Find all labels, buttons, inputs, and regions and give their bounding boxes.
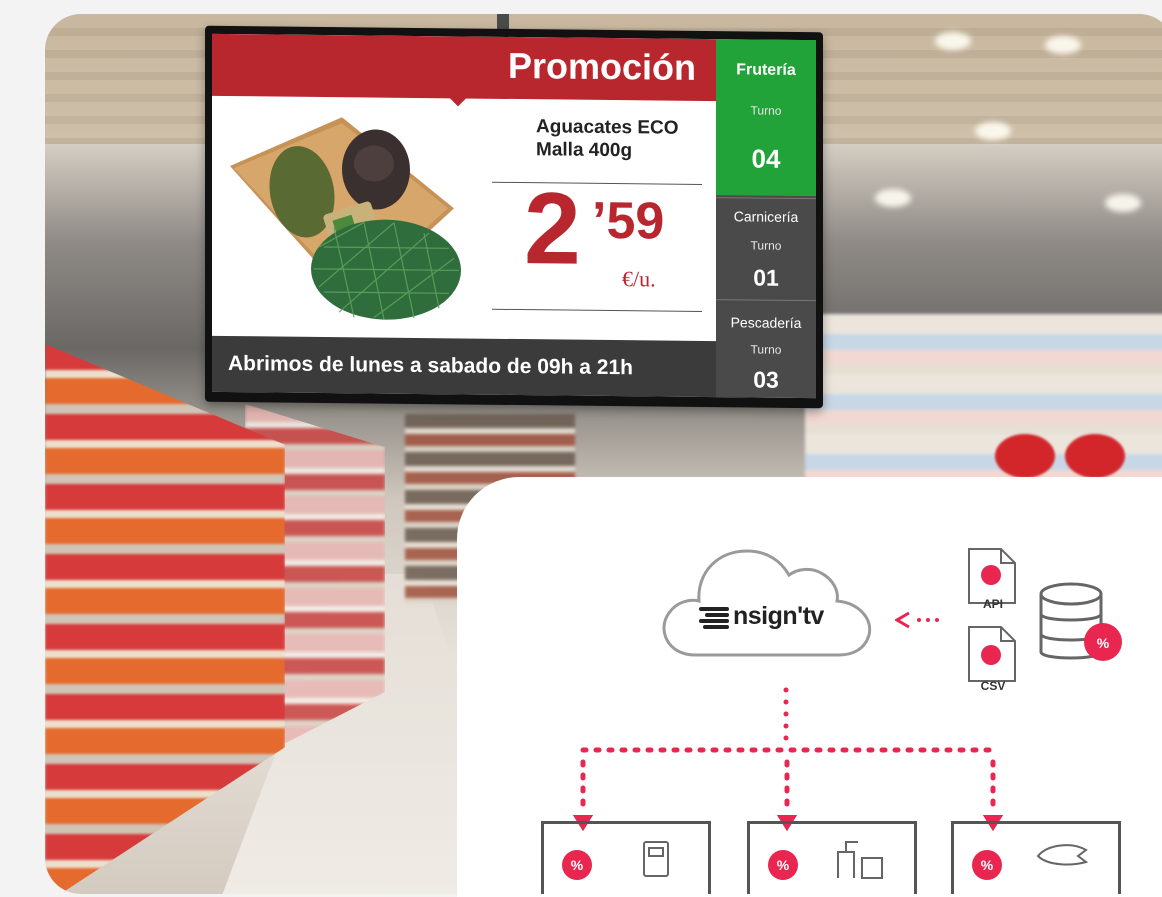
turn-department: Frutería bbox=[736, 61, 796, 79]
ceiling-light bbox=[1105, 194, 1141, 212]
turn-label: Turno bbox=[750, 103, 782, 118]
price-unit: €/u. bbox=[622, 266, 656, 292]
turn-number: 01 bbox=[753, 264, 779, 291]
promo-title: Promoción bbox=[507, 44, 696, 88]
ceiling-light bbox=[975, 122, 1011, 140]
endpoint-badge: % bbox=[972, 850, 1002, 880]
turn-label: Turno bbox=[750, 238, 782, 253]
turn-panel: Frutería Turno 04 Carnicería Turno 01 Pe… bbox=[716, 39, 816, 399]
promo-banner: Promoción bbox=[212, 33, 716, 102]
sale-sign bbox=[995, 434, 1055, 478]
integration-diagram: nsign'tv API CSV % % % % bbox=[457, 477, 1162, 897]
ceiling-light bbox=[1045, 36, 1081, 54]
endpoint-box: % bbox=[541, 821, 711, 894]
turn-number: 04 bbox=[751, 143, 781, 174]
signage-screen: Promoción Aguacates ECO Malla 400g 2 ’59… bbox=[212, 33, 816, 399]
opening-hours: Abrimos de lunes a sabado de 09h a 21h bbox=[228, 352, 633, 380]
turn-label: Turno bbox=[750, 342, 782, 357]
shelf-label-icon bbox=[837, 841, 883, 879]
endpoint-badge: % bbox=[562, 850, 592, 880]
endpoint-box: % bbox=[747, 821, 917, 894]
endpoint-box: % bbox=[951, 821, 1121, 894]
turn-number: 03 bbox=[753, 366, 779, 393]
digital-signage-display: Promoción Aguacates ECO Malla 400g 2 ’59… bbox=[205, 25, 823, 409]
connection-lines bbox=[573, 687, 1003, 831]
turn-carniceria: Carnicería Turno 01 bbox=[716, 197, 816, 300]
price-decimal: ’59 bbox=[592, 191, 665, 251]
terminal-icon bbox=[643, 841, 669, 877]
price-integer: 2 bbox=[524, 171, 581, 286]
divider bbox=[492, 308, 702, 312]
sale-sign bbox=[1065, 434, 1125, 478]
fish-icon bbox=[1036, 844, 1089, 866]
ceiling-light bbox=[935, 32, 971, 50]
turn-department: Carnicería bbox=[733, 208, 799, 225]
turn-pescaderia: Pescadería Turno 03 bbox=[716, 299, 816, 399]
turn-fruteria: Frutería Turno 04 bbox=[716, 39, 816, 197]
avocado-product-image bbox=[230, 117, 461, 320]
product-name: Aguacates ECO Malla 400g bbox=[536, 116, 679, 162]
turn-department: Pescadería bbox=[730, 314, 802, 332]
ceiling-light bbox=[875, 189, 911, 207]
endpoint-badge: % bbox=[768, 850, 798, 880]
